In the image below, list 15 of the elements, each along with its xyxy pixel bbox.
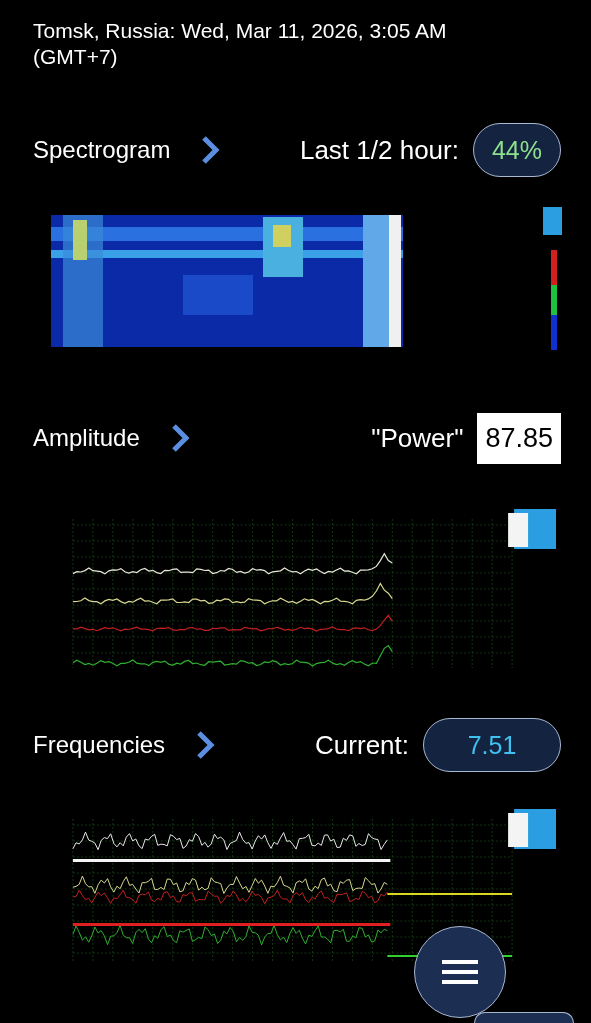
location-time: Tomsk, Russia: Wed, Mar 11, 2026, 3:05 AM (GMT+7): [33, 18, 448, 70]
section-title[interactable]: Frequencies: [33, 731, 166, 759]
round-button[interactable]: [474, 1012, 574, 1023]
reading-value: 7.51: [423, 718, 561, 772]
reading-label: Current:: [315, 729, 409, 761]
chevron-icon[interactable]: [200, 135, 221, 165]
reading-value: 87.85: [477, 412, 561, 464]
reading-label: Last 1/2 hour:: [299, 134, 459, 166]
reading-label: "Power": [371, 422, 464, 454]
section-title[interactable]: Spectrogram: [33, 136, 171, 164]
chevron-icon[interactable]: [169, 423, 190, 453]
menu-icon: [442, 959, 478, 985]
reading-value: 44%: [472, 123, 561, 177]
chevron-icon[interactable]: [195, 730, 216, 760]
section-title[interactable]: Amplitude: [33, 424, 140, 452]
